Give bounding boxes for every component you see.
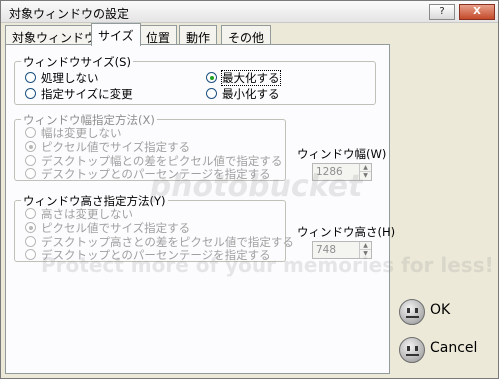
- radio-indicator: [25, 127, 36, 138]
- radio-label: ピクセル値でサイズ指定する: [41, 140, 191, 154]
- radio-indicator: [25, 168, 36, 179]
- radio-indicator: [25, 72, 36, 83]
- window-width-label: ウィンドウ幅(W): [297, 147, 387, 161]
- radio-label: ピクセル値でサイズ指定する: [41, 221, 191, 235]
- window-size-group: ウィンドウサイズ(S) 処理しない 指定サイズに変更 最大化する 最小化する: [14, 54, 376, 105]
- radio-label: デスクトップ高さとの差をピクセル値で指定する: [41, 235, 294, 249]
- radio-label: デスクトップとのパーセンテージを指定する: [41, 248, 271, 262]
- spin-down-icon[interactable]: ▼: [360, 250, 371, 258]
- ok-button[interactable]: OK: [399, 297, 481, 327]
- smiley-face-icon: [399, 299, 425, 325]
- size-tab-panel: ウィンドウサイズ(S) 処理しない 指定サイズに変更 最大化する 最小化する ウ…: [5, 44, 395, 374]
- smiley-face-icon: [399, 337, 425, 363]
- spinner-arrows: ▲ ▼: [359, 242, 371, 258]
- title-bar[interactable]: 対象ウィンドウの設定 ? X: [1, 1, 498, 23]
- window-height-spinner[interactable]: 748 ▲ ▼: [312, 241, 372, 259]
- spin-up-icon[interactable]: ▲: [360, 242, 371, 250]
- radio-indicator: [25, 155, 36, 166]
- radio-indicator: [25, 141, 36, 152]
- cancel-button-label: Cancel: [430, 340, 478, 356]
- window-width-value: 1286: [316, 166, 343, 178]
- tab-strip: 対象ウィンドウ サイズ 位置 動作 その他: [5, 23, 495, 46]
- window-title: 対象ウィンドウの設定: [9, 7, 130, 21]
- close-button[interactable]: X: [459, 4, 495, 20]
- window-width-spinner[interactable]: 1286 ▲ ▼: [312, 163, 372, 181]
- radio-indicator: [25, 222, 36, 233]
- window-size-group-label: ウィンドウサイズ(S): [21, 54, 133, 70]
- help-button[interactable]: ?: [429, 4, 455, 20]
- window-height-label: ウィンドウ高さ(H): [297, 225, 396, 239]
- settings-dialog: 対象ウィンドウの設定 ? X 対象ウィンドウ サイズ 位置 動作 その他 ウィン…: [0, 0, 499, 379]
- tab-other[interactable]: その他: [221, 25, 272, 45]
- radio-label: 高さは変更しない: [41, 207, 133, 221]
- radio-label: 指定サイズに変更: [41, 87, 133, 101]
- radio-label: デスクトップ幅との差をピクセル値で指定する: [41, 154, 283, 168]
- radio-indicator: [25, 236, 36, 247]
- ok-button-label: OK: [430, 302, 451, 318]
- tab-target-window[interactable]: 対象ウィンドウ: [5, 25, 104, 45]
- spin-down-icon[interactable]: ▼: [360, 172, 371, 180]
- radio-indicator: [206, 88, 217, 99]
- height-method-group: ウィンドウ高さ指定方法(Y) 高さは変更しない ピクセル値でサイズ指定する デス…: [14, 193, 294, 262]
- tab-position[interactable]: 位置: [139, 25, 178, 45]
- radio-indicator: [25, 208, 36, 219]
- cancel-button[interactable]: Cancel: [399, 335, 481, 365]
- spin-up-icon[interactable]: ▲: [360, 164, 371, 172]
- spinner-arrows: ▲ ▼: [359, 164, 371, 180]
- radio-indicator: [25, 88, 36, 99]
- radio-label: 幅は変更しない: [41, 126, 122, 140]
- radio-label: 最大化する: [221, 70, 281, 86]
- window-height-value: 748: [316, 244, 337, 256]
- radio-label: デスクトップとのパーセンテージを指定する: [41, 167, 271, 181]
- radio-label: 最小化する: [222, 87, 280, 101]
- radio-indicator: [206, 72, 217, 83]
- tab-size[interactable]: サイズ: [91, 23, 141, 46]
- tab-behavior[interactable]: 動作: [179, 25, 218, 45]
- radio-label: 処理しない: [41, 71, 99, 85]
- width-method-group: ウィンドウ幅指定方法(X) 幅は変更しない ピクセル値でサイズ指定する デスクト…: [14, 112, 286, 181]
- radio-indicator: [25, 249, 36, 260]
